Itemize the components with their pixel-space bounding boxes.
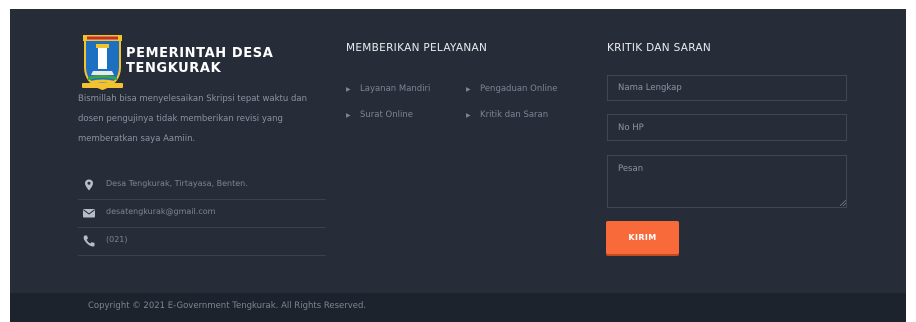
- copyright-text: Copyright © 2021 E-Government Tengkurak.…: [88, 301, 367, 311]
- service-link-layanan-mandiri[interactable]: ▶ Layanan Mandiri: [346, 84, 430, 94]
- service-link-surat-online[interactable]: ▶ Surat Online: [346, 110, 413, 120]
- brand-name-line1: PEMERINTAH DESA: [126, 46, 274, 61]
- brand-title: PEMERINTAH DESA TENGKURAK: [126, 46, 273, 76]
- submit-button[interactable]: KIRIM: [606, 221, 679, 254]
- phone-input[interactable]: [607, 114, 847, 141]
- name-input[interactable]: [607, 75, 847, 101]
- caret-right-icon: ▶: [346, 86, 351, 93]
- caret-right-icon: ▶: [466, 86, 471, 93]
- resize-grip-icon[interactable]: [840, 200, 846, 206]
- service-link-label: Layanan Mandiri: [360, 84, 431, 94]
- contact-phone: (021): [78, 228, 326, 256]
- service-link-label: Kritik dan Saran: [480, 110, 549, 120]
- regency-emblem-logo: [82, 35, 123, 91]
- copyright-bar: Copyright © 2021 E-Government Tengkurak.…: [10, 293, 906, 322]
- message-textarea[interactable]: [607, 155, 847, 208]
- contact-address: Desa Tengkurak, Tirtayasa, Benten.: [78, 172, 326, 200]
- contact-email: desatengkurak@gmail.com: [78, 200, 326, 228]
- caret-right-icon: ▶: [466, 112, 471, 119]
- service-link-pengaduan-online[interactable]: ▶ Pengaduan Online: [466, 84, 558, 94]
- caret-right-icon: ▶: [346, 112, 351, 119]
- envelope-icon: [83, 209, 95, 218]
- feedback-title: KRITIK DAN SARAN: [607, 42, 712, 54]
- phone-icon: [83, 235, 95, 247]
- service-link-kritik-dan-saran[interactable]: ▶ Kritik dan Saran: [466, 110, 548, 120]
- brand-description: Bismillah bisa menyelesaikan Skripsi tep…: [78, 94, 307, 144]
- contact-address-text: Desa Tengkurak, Tirtayasa, Benten.: [106, 179, 248, 188]
- location-pin-icon: [85, 179, 93, 191]
- contact-phone-text: (021): [106, 235, 128, 244]
- contact-email-text[interactable]: desatengkurak@gmail.com: [106, 207, 215, 216]
- services-title: MEMBERIKAN PELAYANAN: [346, 42, 488, 54]
- brand-name-line2: TENGKURAK: [126, 61, 222, 76]
- service-link-label: Pengaduan Online: [480, 84, 558, 94]
- service-link-label: Surat Online: [360, 110, 413, 120]
